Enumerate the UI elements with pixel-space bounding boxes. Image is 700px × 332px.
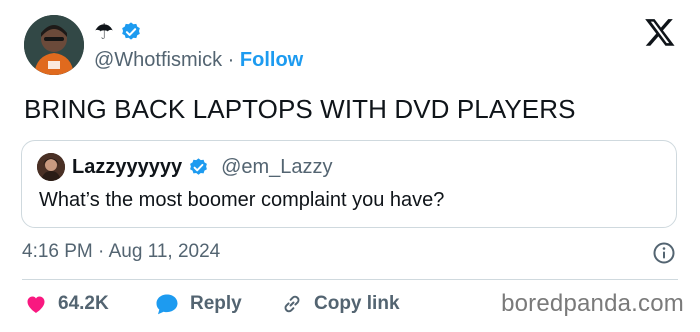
quoted-name: Lazzyyyyyy — [72, 155, 183, 178]
tweet-date: Aug 11, 2024 — [108, 241, 221, 262]
reply-bubble-icon — [156, 294, 178, 315]
like-count: 64.2K — [58, 293, 109, 314]
tweet-text: BRING BACK LAPTOPS WITH DVD PLAYERS — [24, 94, 576, 124]
x-logo-icon[interactable] — [644, 16, 676, 48]
author-name-row: ☂ — [94, 18, 142, 46]
verified-badge-icon — [190, 157, 207, 175]
author-avatar[interactable] — [24, 15, 84, 75]
divider — [22, 279, 678, 280]
reply-label: Reply — [190, 293, 242, 314]
separator-dot: · — [227, 49, 235, 71]
author-handle[interactable]: @Whotfismick — [94, 49, 222, 71]
quoted-handle: @em_Lazzy — [221, 155, 333, 178]
follow-button[interactable]: Follow — [240, 49, 303, 71]
heart-icon — [27, 296, 45, 313]
link-icon — [284, 295, 300, 313]
info-icon[interactable] — [652, 241, 676, 265]
tweet-time: 4:16 PM — [22, 241, 93, 262]
quoted-text: What’s the most boomer complaint you hav… — [39, 189, 445, 211]
like-button[interactable]: 64.2K — [24, 290, 109, 318]
separator-dot: · — [98, 241, 105, 262]
verified-badge-icon — [121, 22, 140, 40]
author-handle-row: @Whotfismick · Follow — [94, 47, 303, 73]
tweet-timestamp[interactable]: 4:16 PM · Aug 11, 2024 — [22, 240, 220, 264]
quoted-avatar — [37, 153, 65, 181]
copy-link-button[interactable]: Copy link — [280, 290, 400, 318]
quoted-tweet[interactable]: Lazzyyyyyy @em_Lazzy What’s the most boo… — [21, 140, 677, 228]
watermark: boredpanda.com — [501, 290, 684, 317]
quoted-name-row: Lazzyyyyyy @em_Lazzy — [72, 153, 333, 181]
copy-link-label: Copy link — [314, 293, 400, 314]
umbrella-icon: ☂ — [94, 19, 114, 44]
reply-button[interactable]: Reply — [154, 290, 242, 318]
tweet-card: ☂ @Whotfismick · Follow BRING BACK LAPTO… — [0, 0, 700, 332]
